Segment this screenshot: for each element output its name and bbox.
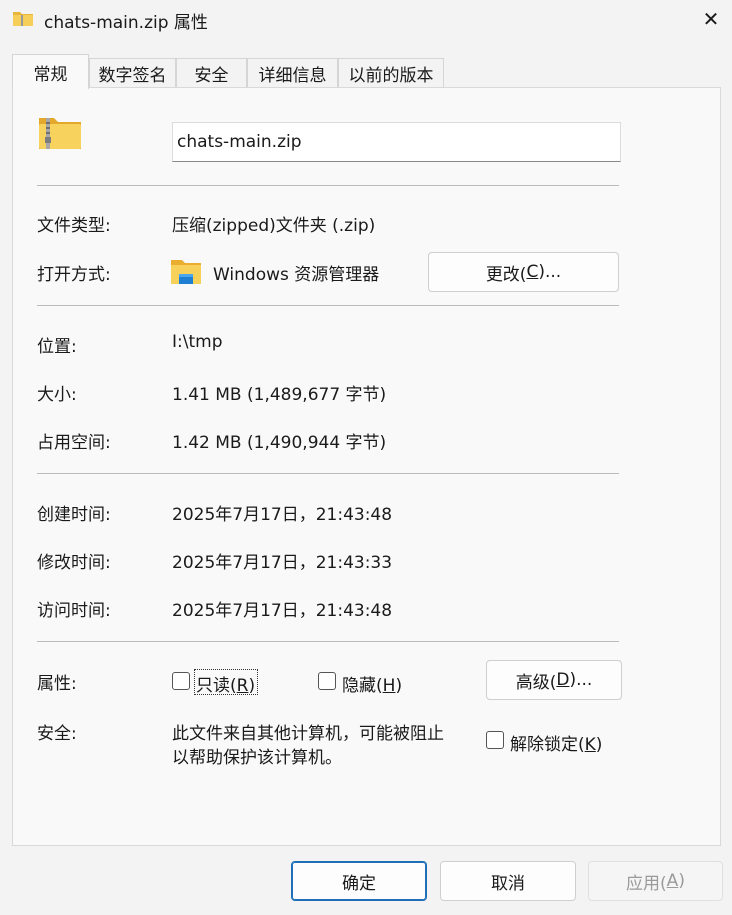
separator [37,185,619,186]
access-key: H [382,676,396,696]
apply-button[interactable]: 应用(A) [588,861,723,901]
button-label: 高级( [515,672,557,693]
close-icon: ✕ [702,7,720,31]
tab-label: 以前的版本 [348,66,434,86]
button-label: 应用( [626,873,667,894]
modified-value: 2025年7月17日，21:43:33 [172,553,393,573]
checkbox-text: ) [595,735,603,755]
accessed-value: 2025年7月17日，21:43:48 [172,601,393,621]
title-bar: chats-main.zip 属性 ✕ [0,0,732,40]
tab-label: 安全 [194,66,229,86]
tab-digital-signatures[interactable]: 数字签名 [89,58,176,88]
security-message-line1: 此文件来自其他计算机，可能被阻止 [172,724,444,744]
button-label: )... [569,670,593,690]
hidden-label[interactable]: 隐藏(H) [342,671,402,696]
ok-button[interactable]: 确定 [291,861,427,901]
readonly-checkbox[interactable] [172,672,190,690]
type-label: 文件类型: [37,216,111,236]
separator [37,473,619,474]
size-on-disk-value: 1.42 MB (1,490,944 字节) [172,433,387,453]
access-key: A [666,871,679,891]
explorer-icon [171,257,201,290]
separator [37,305,619,306]
readonly-label[interactable]: 只读(R) [196,671,255,696]
created-label: 创建时间: [37,505,111,525]
checkbox-text: 只读( [196,676,237,696]
size-on-disk-label: 占用空间: [37,433,111,453]
hidden-checkbox[interactable] [318,672,336,690]
change-button[interactable]: 更改(C)... [428,252,619,292]
tab-details[interactable]: 详细信息 [247,58,338,88]
file-name-input[interactable] [172,122,621,162]
cancel-button[interactable]: 取消 [440,861,576,901]
separator [37,641,619,642]
accessed-label: 访问时间: [37,601,111,621]
tab-general[interactable]: 常规 [12,54,89,89]
button-label: )... [538,262,562,282]
button-label: ) [678,871,685,891]
window-title: chats-main.zip 属性 [44,13,208,33]
attributes-label: 属性: [37,674,77,694]
access-key: C [526,262,539,282]
type-value: 压缩(zipped)文件夹 (.zip) [172,216,376,236]
location-label: 位置: [37,337,77,357]
tab-label: 常规 [33,64,68,85]
zip-folder-icon [12,9,34,27]
tab-security[interactable]: 安全 [176,58,247,88]
button-label: 更改( [485,264,527,285]
tab-previous-versions[interactable]: 以前的版本 [338,58,444,88]
zip-folder-icon [38,114,82,155]
unblock-label[interactable]: 解除锁定(K) [510,730,602,755]
button-label: 确定 [342,873,376,894]
open-with-value: Windows 资源管理器 [213,265,380,285]
location-value: I:\tmp [172,332,223,352]
checkbox-text: ) [248,676,256,696]
button-label: 取消 [491,873,525,894]
size-label: 大小: [37,385,77,405]
checkbox-text: ) [395,676,403,696]
access-key: K [584,735,596,755]
checkbox-text: 隐藏( [342,676,383,696]
modified-label: 修改时间: [37,553,111,573]
access-key: R [236,676,249,696]
created-value: 2025年7月17日，21:43:48 [172,505,393,525]
security-message-line2: 以帮助保护该计算机。 [172,748,342,768]
unblock-checkbox[interactable] [486,731,504,749]
tab-label: 详细信息 [258,66,327,86]
advanced-button[interactable]: 高级(D)... [486,660,622,700]
access-key: D [556,670,570,690]
security-label: 安全: [37,724,77,744]
size-value: 1.41 MB (1,489,677 字节) [172,385,387,405]
tab-label: 数字签名 [98,66,167,86]
open-with-label: 打开方式: [37,265,111,285]
close-button[interactable]: ✕ [690,0,732,38]
checkbox-text: 解除锁定( [510,735,585,755]
